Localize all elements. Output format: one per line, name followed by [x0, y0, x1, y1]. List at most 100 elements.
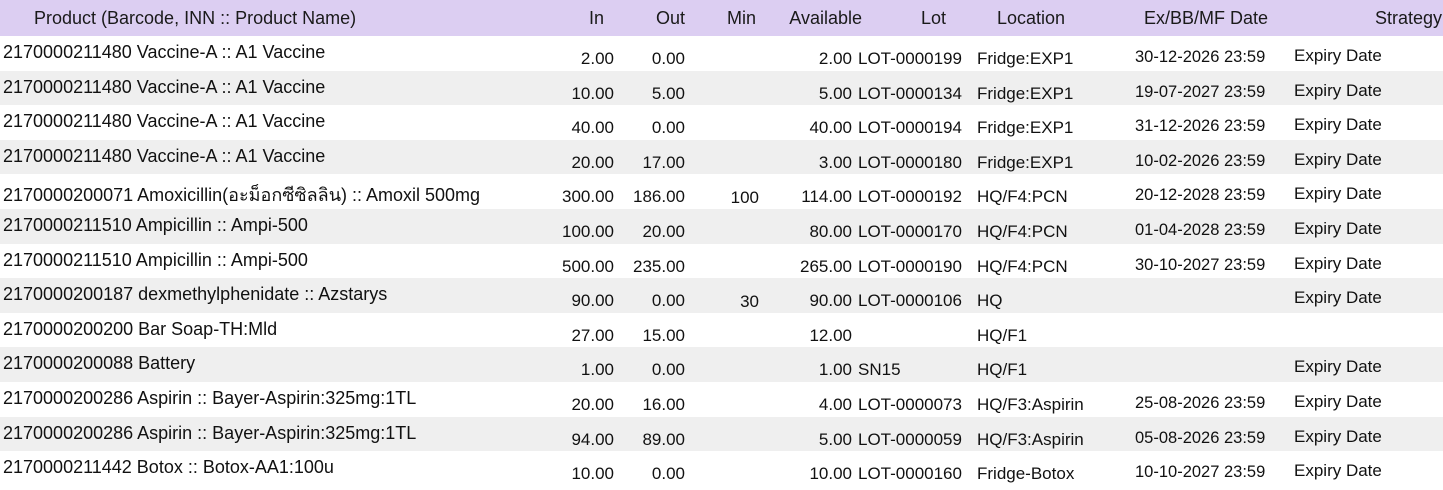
table-row[interactable]: 2170000211480 Vaccine-A :: A1 Vaccine 2.0… — [0, 36, 1443, 71]
min-cell: 30 — [740, 292, 759, 312]
table-row[interactable]: 2170000211510 Ampicillin :: Ampi-500 500.… — [0, 244, 1443, 279]
location-cell: HQ/F1 — [977, 325, 1028, 345]
strategy-cell: Expiry Date — [1294, 46, 1382, 65]
product-cell: 2170000211480 Vaccine-A :: A1 Vaccine — [3, 111, 326, 132]
lot-cell: LOT-0000199 — [858, 49, 962, 68]
in-cell: 90.00 — [571, 291, 614, 311]
strategy-cell: Expiry Date — [1294, 149, 1382, 169]
available-cell: 2.00 — [818, 49, 852, 68]
in-cell: 1.00 — [580, 360, 614, 380]
location-cell: HQ/F1 — [977, 360, 1028, 380]
header-lot[interactable]: Lot — [921, 8, 946, 29]
lot-cell: LOT-0000160 — [858, 464, 962, 484]
strategy-cell: Expiry Date — [1294, 115, 1382, 135]
strategy-cell: Expiry Date — [1294, 391, 1382, 411]
date-cell: 30-10-2027 23:59 — [1135, 255, 1266, 274]
in-cell: 10.00 — [571, 464, 614, 484]
header-product[interactable]: Product (Barcode, INN :: Product Name) — [34, 8, 356, 29]
table-header-row: Product (Barcode, INN :: Product Name) I… — [0, 0, 1443, 36]
table-row[interactable]: 2170000200088 Battery 1.00 0.00 1.00 SN15 HQ/… — [0, 347, 1443, 382]
available-cell: 1.00 — [818, 360, 852, 380]
table-row[interactable]: 2170000200286 Aspirin :: Bayer-Aspirin:3… — [0, 382, 1443, 417]
location-cell: HQ/F4:PCN — [977, 187, 1068, 207]
table-row[interactable]: 2170000211480 Vaccine-A :: A1 Vaccine 20.… — [0, 139, 1443, 175]
location-cell: Fridge:EXP1 — [977, 152, 1074, 172]
strategy-cell: Expiry Date — [1294, 357, 1382, 377]
table-row[interactable]: 2170000211480 Vaccine-A :: A1 Vaccine 40.… — [0, 105, 1443, 140]
table-body: 2170000211480 Vaccine-A :: A1 Vaccine 2.0… — [0, 36, 1443, 486]
location-cell: HQ — [977, 291, 1003, 311]
header-available[interactable]: Available — [789, 8, 862, 29]
min-cell: 100 — [730, 188, 759, 208]
product-cell: 2170000200200 Bar Soap-TH:Mld — [3, 318, 278, 339]
location-cell: Fridge-Botox — [977, 464, 1075, 484]
table-row[interactable]: 2170000200071 Amoxicillin(อะม็อกซีซิลลิน… — [0, 174, 1443, 209]
product-cell: 2170000211480 Vaccine-A :: A1 Vaccine — [3, 42, 326, 62]
header-strategy[interactable]: Strategy — [1375, 8, 1442, 29]
out-cell: 15.00 — [642, 325, 685, 345]
strategy-cell: Expiry Date — [1294, 426, 1382, 446]
available-cell: 80.00 — [809, 221, 852, 241]
location-cell: Fridge:EXP1 — [977, 118, 1074, 138]
available-cell: 90.00 — [809, 291, 852, 311]
strategy-cell: Expiry Date — [1294, 184, 1382, 204]
location-cell: HQ/F4:PCN — [977, 256, 1068, 276]
product-cell: 2170000211480 Vaccine-A :: A1 Vaccine — [3, 145, 326, 166]
in-cell: 27.00 — [571, 325, 614, 345]
date-cell: 10-10-2027 23:59 — [1135, 463, 1266, 482]
location-cell: HQ/F3:Aspirin — [977, 394, 1084, 414]
lot-cell: LOT-0000194 — [858, 118, 962, 138]
table-row[interactable]: 2170000200200 Bar Soap-TH:Mld 27.00 15.00 1… — [0, 313, 1443, 348]
available-cell: 265.00 — [800, 256, 852, 276]
out-cell: 235.00 — [633, 256, 685, 276]
lot-cell: LOT-0000170 — [858, 221, 962, 241]
header-location[interactable]: Location — [997, 8, 1065, 29]
out-cell: 0.00 — [651, 464, 685, 484]
out-cell: 5.00 — [651, 83, 685, 103]
in-cell: 500.00 — [562, 256, 614, 276]
date-cell: 25-08-2026 23:59 — [1135, 393, 1266, 412]
out-cell: 0.00 — [651, 291, 685, 311]
header-in[interactable]: In — [589, 8, 604, 29]
lot-cell: LOT-0000192 — [858, 187, 962, 207]
available-cell: 3.00 — [818, 152, 852, 172]
out-cell: 0.00 — [651, 118, 685, 138]
out-cell: 186.00 — [633, 187, 685, 207]
product-cell: 2170000200187 dexmethylphenidate :: Azst… — [3, 284, 388, 305]
available-cell: 12.00 — [809, 325, 852, 345]
strategy-cell: Expiry Date — [1294, 80, 1382, 100]
date-cell: 19-07-2027 23:59 — [1135, 82, 1266, 101]
in-cell: 100.00 — [562, 221, 614, 241]
stock-report-table: Product (Barcode, INN :: Product Name) I… — [0, 0, 1443, 486]
product-cell: 2170000211510 Ampicillin :: Ampi-500 — [3, 249, 308, 270]
product-cell: 2170000200286 Aspirin :: Bayer-Aspirin:3… — [3, 387, 417, 408]
header-min[interactable]: Min — [727, 8, 756, 29]
in-cell: 94.00 — [571, 429, 614, 449]
available-cell: 40.00 — [809, 118, 852, 138]
strategy-cell: Expiry Date — [1294, 253, 1382, 273]
in-cell: 20.00 — [571, 152, 614, 172]
date-cell: 01-04-2028 23:59 — [1135, 220, 1266, 239]
in-cell: 10.00 — [571, 83, 614, 103]
product-cell: 2170000211510 Ampicillin :: Ampi-500 — [3, 214, 308, 235]
out-cell: 0.00 — [651, 49, 685, 68]
lot-cell: LOT-0000190 — [858, 256, 962, 276]
product-cell: 2170000200071 Amoxicillin(อะม็อกซีซิลลิน… — [3, 185, 481, 206]
table-row[interactable]: 2170000211442 Botox :: Botox-AA1:100u 10.… — [0, 451, 1443, 486]
table-row[interactable]: 2170000211480 Vaccine-A :: A1 Vaccine 10.… — [0, 70, 1443, 106]
product-cell: 2170000200088 Battery — [3, 353, 196, 374]
header-out[interactable]: Out — [656, 8, 685, 29]
table-row[interactable]: 2170000200286 Aspirin :: Bayer-Aspirin:3… — [0, 416, 1443, 452]
table-row[interactable]: 2170000200187 dexmethylphenidate :: Azst… — [0, 278, 1443, 313]
out-cell: 89.00 — [642, 429, 685, 449]
header-date[interactable]: Ex/BB/MF Date — [1144, 8, 1268, 29]
strategy-cell: Expiry Date — [1294, 288, 1382, 308]
available-cell: 5.00 — [818, 429, 852, 449]
out-cell: 20.00 — [642, 221, 685, 241]
table-row[interactable]: 2170000211510 Ampicillin :: Ampi-500 100.… — [0, 208, 1443, 244]
product-cell: 2170000211480 Vaccine-A :: A1 Vaccine — [3, 76, 326, 97]
available-cell: 4.00 — [818, 394, 852, 414]
available-cell: 5.00 — [818, 83, 852, 103]
in-cell: 40.00 — [571, 118, 614, 138]
in-cell: 300.00 — [562, 187, 614, 207]
